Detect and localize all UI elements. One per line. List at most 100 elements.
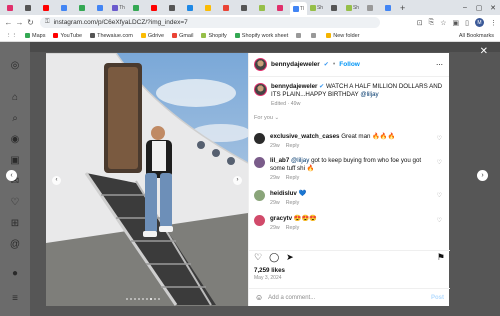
tab-favicon-icon (205, 4, 211, 11)
reels-icon[interactable]: ▣ (9, 155, 21, 167)
author-username[interactable]: bennydajeweler (271, 61, 320, 68)
add-comment-input[interactable]: Add a comment... (268, 295, 315, 301)
close-window-icon[interactable]: ✕ (486, 4, 500, 12)
url-field[interactable]: ⚿ instagram.com/p/C6eXfyaLDCZ/?img_index… (40, 17, 380, 28)
all-bookmarks-button[interactable]: All Bookmarks (459, 33, 494, 39)
author-avatar[interactable] (254, 58, 267, 71)
browser-tab[interactable] (92, 2, 109, 13)
caption-avatar[interactable] (254, 83, 267, 96)
post-photo[interactable]: ‹ › (46, 53, 248, 306)
share-post-icon[interactable]: ➤ (286, 252, 294, 263)
explore-icon[interactable]: ◉ (9, 134, 21, 146)
back-icon[interactable]: ← (3, 18, 14, 27)
next-post-button[interactable]: › (477, 170, 488, 181)
forward-icon[interactable]: → (14, 18, 25, 27)
browser-tab[interactable] (200, 2, 217, 13)
comment-username[interactable]: heidisluv (270, 190, 297, 197)
reply-button[interactable]: Reply (286, 200, 300, 206)
browser-tab[interactable] (272, 2, 289, 13)
browser-tab[interactable] (74, 2, 91, 13)
browser-tab[interactable] (164, 2, 181, 13)
create-icon[interactable]: ⊞ (9, 218, 21, 230)
emoji-icon[interactable]: ☺ (255, 293, 263, 302)
browser-tab[interactable] (236, 2, 253, 13)
threads-icon[interactable]: @ (9, 239, 21, 251)
commenter-avatar[interactable] (254, 133, 265, 144)
commenter-avatar[interactable] (254, 190, 265, 201)
apps-icon[interactable]: ⋮⋮ (6, 33, 17, 39)
browser-tab[interactable] (146, 2, 163, 13)
bookmark-item[interactable] (296, 33, 303, 38)
browser-tab[interactable]: Th (110, 2, 127, 13)
caption-mention[interactable]: @liljay (360, 91, 378, 98)
for-you-filter[interactable]: For you ⌄ (249, 107, 449, 121)
bookmark-star-icon[interactable]: ☆ (440, 19, 446, 27)
notifications-icon[interactable]: ♡ (9, 197, 21, 209)
commenter-avatar[interactable] (254, 215, 265, 226)
browser-tab[interactable] (326, 2, 343, 13)
like-comment-icon[interactable]: ♡ (437, 159, 442, 182)
instagram-logo-icon[interactable]: ◎ (9, 60, 21, 72)
like-icon[interactable]: ♡ (254, 252, 262, 263)
bookmark-item[interactable]: Thewaiue.com (90, 33, 133, 39)
browser-tab[interactable] (56, 2, 73, 13)
bookmark-item[interactable]: Gdrive (140, 33, 164, 39)
comment-username[interactable]: lil_ab7 (270, 157, 289, 164)
home-icon[interactable]: ⌂ (9, 92, 21, 104)
photo-previous-button[interactable]: ‹ (52, 176, 61, 185)
bookmark-item[interactable]: YouTube (53, 33, 82, 39)
photo-next-button[interactable]: › (233, 176, 242, 185)
reply-button[interactable]: Reply (286, 225, 300, 231)
browser-tab[interactable] (20, 2, 37, 13)
browser-tab[interactable] (218, 2, 235, 13)
close-modal-icon[interactable]: ✕ (480, 46, 488, 57)
bookmark-item[interactable]: Shopify (201, 33, 227, 39)
new-tab-button[interactable]: + (400, 3, 405, 13)
minimize-icon[interactable]: – (458, 4, 472, 11)
share-icon[interactable]: ⎘ (429, 19, 435, 27)
bookmark-item[interactable] (311, 33, 318, 38)
browser-tab[interactable] (128, 2, 145, 13)
bookmark-item[interactable]: New folder (326, 33, 360, 39)
browser-tab[interactable] (182, 2, 199, 13)
profile-avatar[interactable]: M (475, 18, 484, 27)
menu-icon[interactable]: ⋮ (490, 19, 497, 27)
browser-tab[interactable] (362, 2, 379, 13)
comment-username[interactable]: gracytv (270, 215, 292, 222)
browser-tab[interactable] (38, 2, 55, 13)
bookmark-item[interactable]: Maps (25, 33, 45, 39)
comment-icon[interactable]: ◯ (269, 252, 279, 263)
browser-tab[interactable]: Sh (344, 2, 361, 13)
maximize-icon[interactable]: ▢ (472, 4, 486, 12)
browser-tab[interactable] (254, 2, 271, 13)
bookmark-item[interactable]: Gmail (172, 33, 193, 39)
site-info-icon[interactable]: ⚿ (45, 19, 50, 26)
comment-mention[interactable]: @liljay (291, 157, 309, 164)
follow-button[interactable]: Follow (339, 61, 360, 68)
browser-tab[interactable] (2, 2, 19, 13)
like-comment-icon[interactable]: ♡ (437, 217, 442, 232)
comment-username[interactable]: exclusive_watch_cases (270, 133, 340, 140)
more-menu-icon[interactable]: ≡ (9, 293, 21, 305)
like-comment-icon[interactable]: ♡ (437, 192, 442, 207)
install-icon[interactable]: ⊡ (417, 19, 423, 27)
likes-count[interactable]: 7,259 likes (254, 267, 285, 274)
browser-tab[interactable]: Tl (290, 2, 307, 15)
browser-tab[interactable]: Sh (308, 2, 325, 13)
extensions-icon[interactable]: ▣ (453, 19, 460, 27)
search-icon[interactable]: ⌕ (9, 113, 21, 125)
previous-post-button[interactable]: ‹ (6, 170, 17, 181)
sidepanel-icon[interactable]: ▯ (465, 19, 469, 27)
browser-tab[interactable] (380, 2, 397, 13)
more-options-icon[interactable]: ⋯ (436, 61, 443, 69)
like-comment-icon[interactable]: ♡ (437, 135, 442, 150)
reply-button[interactable]: Reply (286, 175, 300, 181)
caption-username[interactable]: bennydajeweler (271, 83, 317, 90)
commenter-avatar[interactable] (254, 157, 265, 168)
profile-avatar-icon[interactable]: ● (9, 268, 21, 280)
reply-button[interactable]: Reply (286, 143, 300, 149)
reload-icon[interactable]: ↻ (25, 18, 36, 27)
save-post-icon[interactable]: ⚑ (437, 252, 445, 263)
post-comment-button[interactable]: Post (431, 295, 444, 301)
bookmark-item[interactable]: Shopify work sheet (234, 33, 288, 39)
